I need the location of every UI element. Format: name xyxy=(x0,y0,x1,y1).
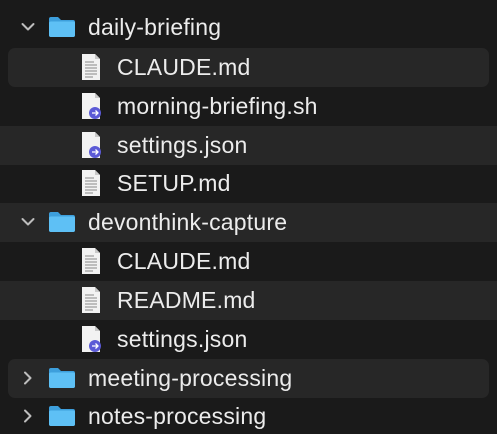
script-file-icon xyxy=(80,92,102,120)
chevron-down-icon[interactable] xyxy=(20,19,36,35)
file-name: README.md xyxy=(117,286,256,313)
markdown-file-icon xyxy=(80,169,102,197)
tree-row-folder-daily-briefing[interactable]: daily-briefing xyxy=(0,8,497,47)
chevron-right-icon[interactable] xyxy=(20,408,36,424)
tree-row-file-readme-md[interactable]: README.md xyxy=(0,281,497,320)
folder-name: meeting-processing xyxy=(88,364,293,391)
tree-row-file-claude-md-2[interactable]: CLAUDE.md xyxy=(0,242,497,281)
markdown-file-icon xyxy=(80,247,102,275)
tree-row-file-morning-briefing-sh[interactable]: morning-briefing.sh xyxy=(0,87,497,126)
file-tree: daily-briefing CLAUDE.md morning-briefin… xyxy=(0,0,497,434)
tree-row-folder-devonthink-capture[interactable]: devonthink-capture xyxy=(0,203,497,242)
folder-icon xyxy=(47,404,77,428)
script-file-icon xyxy=(80,325,102,353)
file-name: settings.json xyxy=(117,131,248,158)
file-name: settings.json xyxy=(117,325,248,352)
tree-row-folder-meeting-processing[interactable]: meeting-processing xyxy=(8,359,489,398)
folder-icon xyxy=(47,210,77,234)
script-file-icon xyxy=(80,131,102,159)
file-name: SETUP.md xyxy=(117,169,231,196)
chevron-down-icon[interactable] xyxy=(20,214,36,230)
folder-name: daily-briefing xyxy=(88,13,222,40)
file-name: morning-briefing.sh xyxy=(117,92,318,119)
tree-row-file-settings-json-2[interactable]: settings.json xyxy=(0,320,497,359)
markdown-file-icon xyxy=(80,53,102,81)
chevron-right-icon[interactable] xyxy=(20,370,36,386)
tree-row-folder-notes-processing[interactable]: notes-processing xyxy=(0,397,497,434)
tree-row-file-settings-json[interactable]: settings.json xyxy=(0,126,497,165)
file-name: CLAUDE.md xyxy=(117,247,251,274)
folder-icon xyxy=(47,15,77,39)
markdown-file-icon xyxy=(80,286,102,314)
tree-row-file-setup-md[interactable]: SETUP.md xyxy=(0,164,497,203)
folder-name: notes-processing xyxy=(88,402,267,429)
folder-icon xyxy=(47,366,77,390)
file-name: CLAUDE.md xyxy=(117,53,251,80)
tree-row-file-claude-md[interactable]: CLAUDE.md xyxy=(8,48,489,87)
folder-name: devonthink-capture xyxy=(88,208,288,235)
